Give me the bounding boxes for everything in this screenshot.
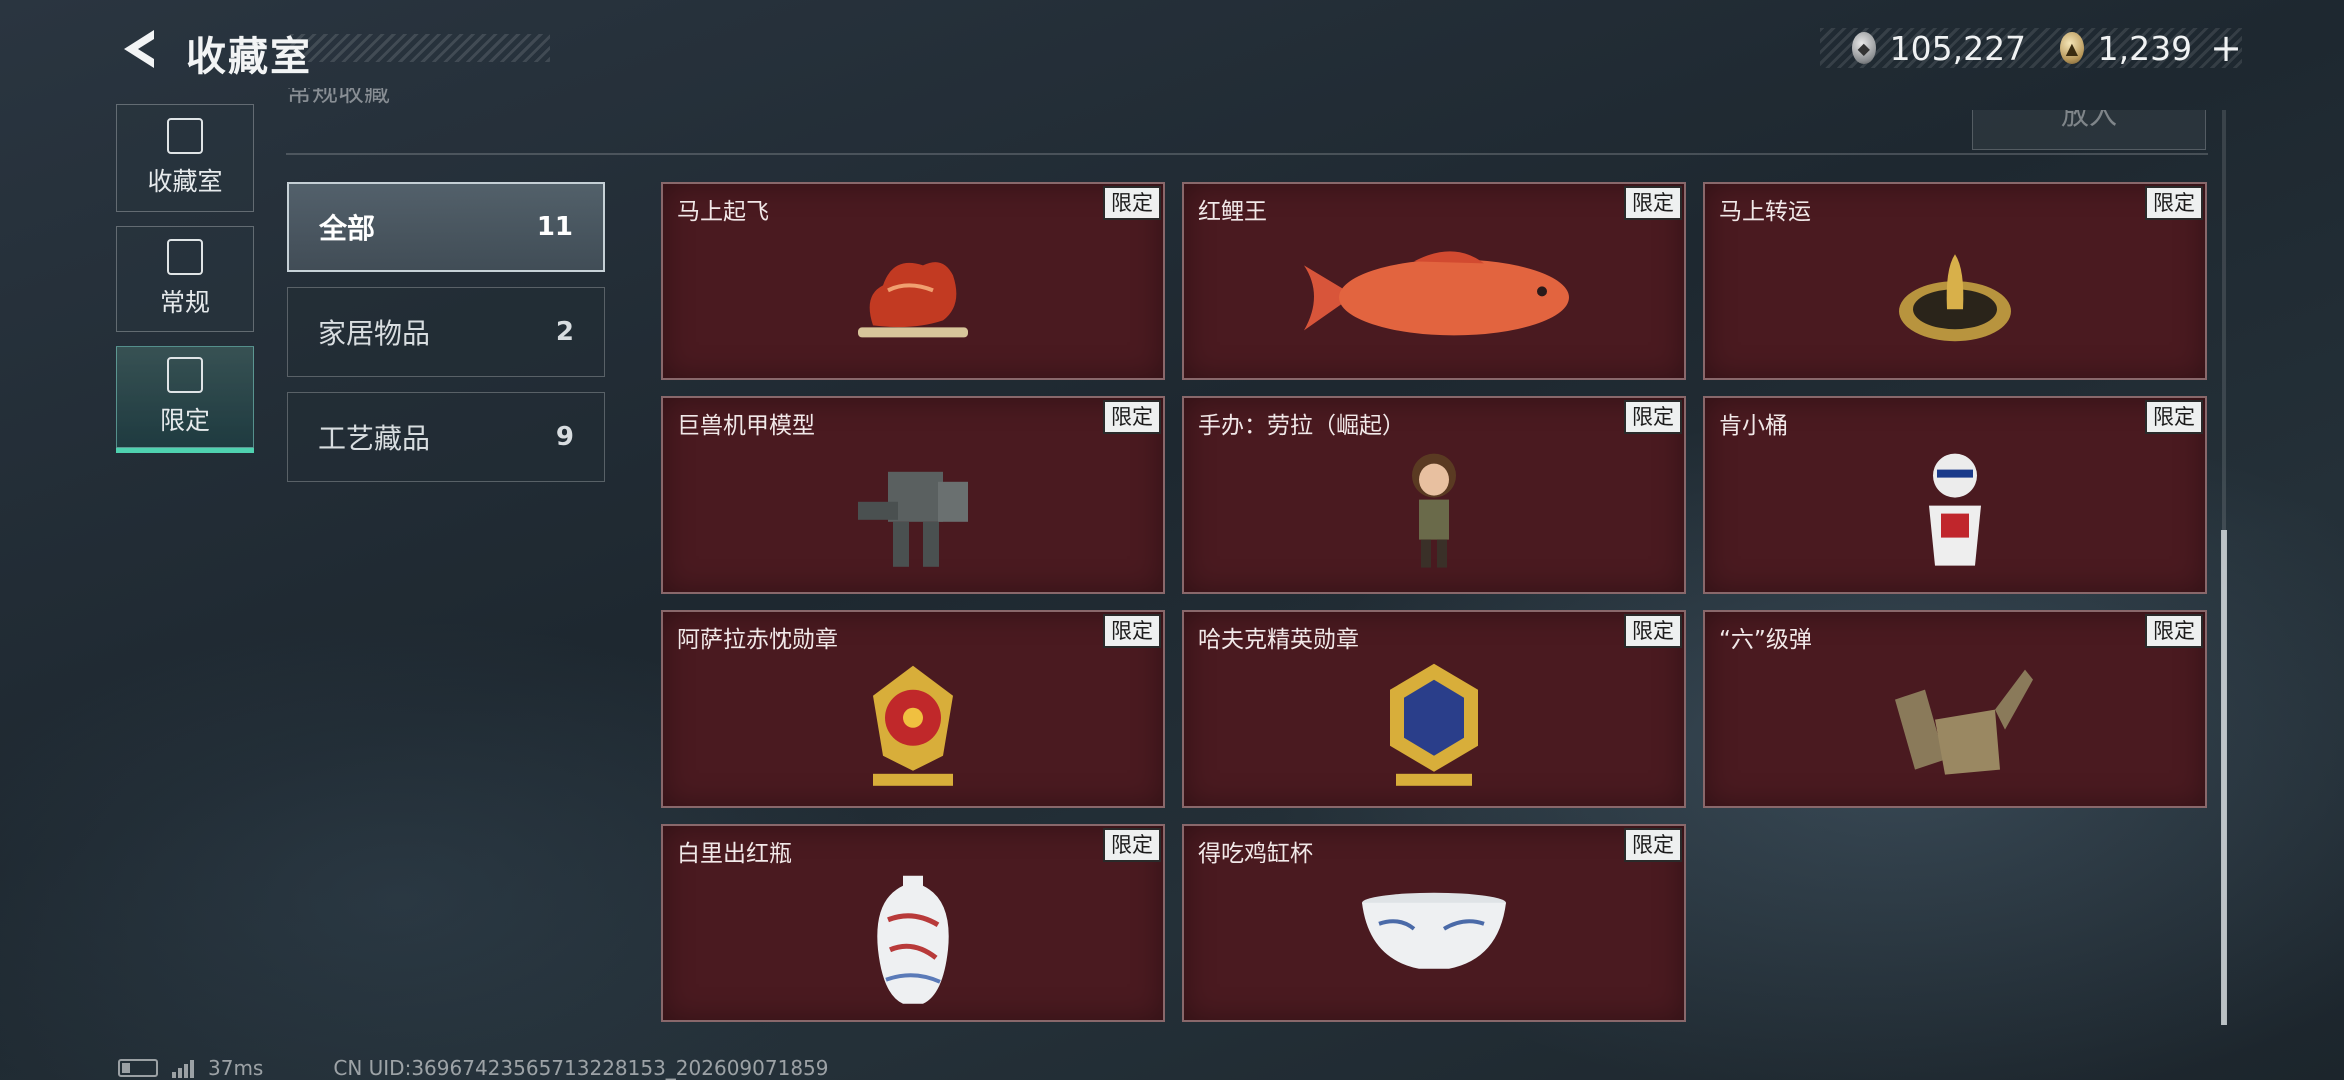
limited-badge: 限定	[1103, 186, 1161, 220]
category-name: 家居物品	[318, 317, 431, 350]
category-count: 11	[536, 212, 573, 242]
limited-badge: 限定	[1103, 828, 1161, 862]
limited-badge: 限定	[2145, 186, 2203, 220]
item-name: 得吃鸡缸杯	[1198, 841, 1313, 867]
item-card[interactable]: 马上转运 限定	[1703, 182, 2207, 380]
status-bar: 37ms CN UID:36967423565713228153_2026090…	[118, 1056, 829, 1080]
side-tab-label: 收藏室	[147, 167, 223, 196]
item-name: “六”级弹	[1719, 627, 1812, 653]
category-count: 2	[555, 317, 574, 347]
figure-icon	[1412, 453, 1456, 568]
item-card[interactable]: 手办：劳拉（崛起） 限定	[1182, 396, 1686, 594]
divider	[286, 153, 2208, 155]
cup-icon	[1362, 892, 1506, 969]
limited-icon	[167, 357, 203, 393]
side-tab-regular[interactable]: 常规	[116, 226, 254, 332]
category-name: 全部	[319, 212, 376, 245]
currency-bar: ◆ 105,227 ▲ 1,239 +	[1820, 26, 2242, 70]
put-in-button[interactable]: 放入	[1972, 110, 2206, 150]
signal-icon	[172, 1058, 194, 1078]
limited-badge: 限定	[1624, 186, 1682, 220]
item-name: 马上转运	[1719, 199, 1811, 225]
battery-icon	[118, 1059, 158, 1077]
item-card[interactable]: 哈夫克精英勋章 限定	[1182, 610, 1686, 808]
side-tab-label: 限定	[159, 406, 210, 435]
vase-icon	[877, 875, 949, 1004]
silver-coin-icon: ◆	[1852, 32, 1876, 64]
item-card[interactable]: 白里出红瓶 限定	[661, 824, 1165, 1022]
item-name: 阿萨拉赤忱勋章	[677, 627, 838, 653]
scrollbar-thumb[interactable]	[2221, 530, 2227, 1025]
side-tab-limited[interactable]: 限定	[116, 346, 254, 453]
limited-badge: 限定	[1624, 614, 1682, 648]
item-card[interactable]: “六”级弹 限定	[1703, 610, 2207, 808]
carp-icon	[1304, 251, 1569, 336]
side-tab-collection[interactable]: 收藏室	[116, 104, 254, 212]
item-card[interactable]: 得吃鸡缸杯 限定	[1182, 824, 1686, 1022]
item-card[interactable]: 阿萨拉赤忱勋章 限定	[661, 610, 1165, 808]
gold-currency-value: 1,239	[2097, 28, 2193, 68]
gold-coin-icon: ▲	[2060, 32, 2084, 64]
item-name: 红鲤王	[1198, 199, 1267, 225]
item-name: 巨兽机甲模型	[677, 413, 815, 439]
limited-badge: 限定	[1103, 400, 1161, 434]
collection-icon	[167, 118, 203, 154]
title-decoration	[290, 34, 550, 62]
item-card[interactable]: 红鲤王 限定	[1182, 182, 1686, 380]
blue-medal-icon	[1390, 663, 1478, 786]
bucket-figure-icon	[1929, 453, 1981, 566]
limited-badge: 限定	[1624, 400, 1682, 434]
side-tab-label: 常规	[159, 288, 210, 317]
ping-value: 37ms	[208, 1056, 264, 1080]
limited-badge: 限定	[2145, 614, 2203, 648]
item-card[interactable]: 肯小桶 限定	[1703, 396, 2207, 594]
limited-badge: 限定	[2145, 400, 2203, 434]
item-name: 马上起飞	[677, 199, 769, 225]
fortune-wheel-icon	[1899, 254, 2011, 342]
category-name: 工艺藏品	[318, 422, 431, 455]
bullet-hand-icon	[1895, 669, 2033, 775]
category-craft[interactable]: 工艺藏品 9	[287, 392, 605, 482]
category-all[interactable]: 全部 11	[287, 182, 605, 272]
uid-text: CN UID:36967423565713228153_202609071859	[333, 1056, 829, 1080]
red-medal-icon	[873, 665, 953, 786]
limited-badge: 限定	[1103, 614, 1161, 648]
limited-badge: 限定	[1624, 828, 1682, 862]
item-name: 手办：劳拉（崛起）	[1198, 413, 1405, 439]
item-card[interactable]: 马上起飞 限定	[661, 182, 1165, 380]
silver-currency-value: 105,227	[1889, 28, 2027, 68]
page-title: 收藏室	[186, 34, 312, 80]
item-name: 肯小桶	[1719, 413, 1788, 439]
add-currency-button[interactable]: +	[2210, 26, 2242, 70]
category-home[interactable]: 家居物品 2	[287, 287, 605, 377]
item-card[interactable]: 巨兽机甲模型 限定	[661, 396, 1165, 594]
item-name: 哈夫克精英勋章	[1198, 627, 1359, 653]
horse-statue-icon	[858, 262, 968, 338]
mech-model-icon	[858, 471, 968, 567]
section-heading: 常规收藏	[286, 88, 391, 108]
back-arrow-icon	[124, 30, 154, 68]
regular-icon	[167, 239, 203, 275]
item-name: 白里出红瓶	[677, 841, 792, 867]
category-count: 9	[555, 422, 574, 452]
back-button[interactable]	[116, 26, 164, 72]
header: 收藏室 ◆ 105,227 ▲ 1,239 +	[0, 0, 2344, 100]
